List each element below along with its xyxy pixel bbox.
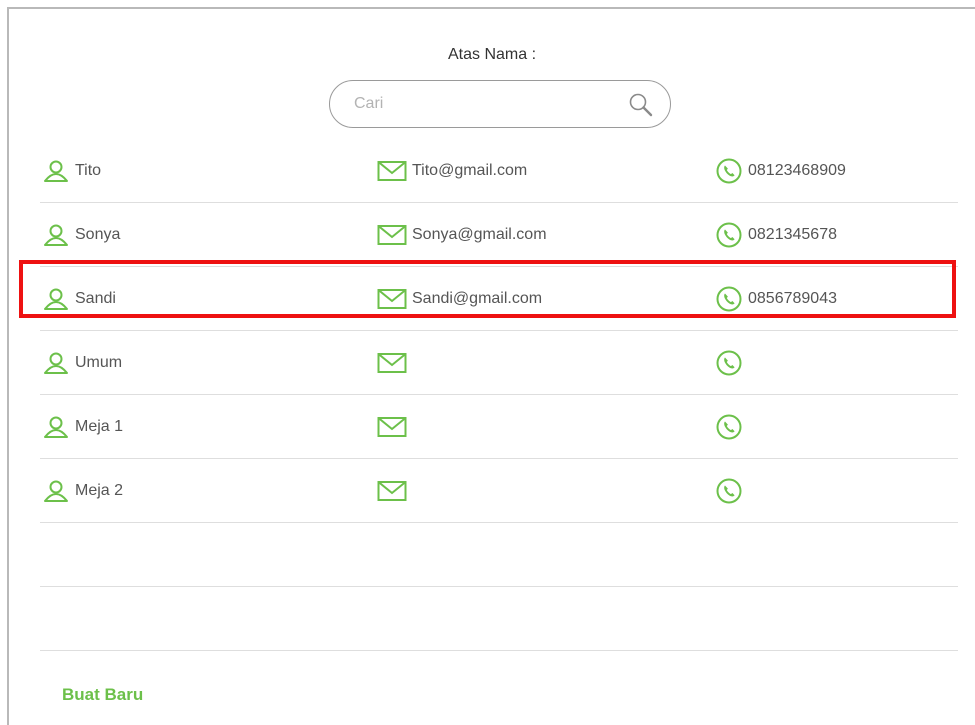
- contact-row[interactable]: Sandi Sandi@gmail.com 0856789043: [40, 267, 958, 331]
- email-cell[interactable]: Tito@gmail.com: [377, 139, 527, 203]
- name-cell: Tito: [43, 139, 101, 203]
- phone-cell[interactable]: 0821345678: [716, 203, 837, 267]
- contact-panel: Atas Nama : Tito Tito@gmail.com 08123468…: [7, 7, 975, 725]
- empty-row: [40, 587, 958, 651]
- contact-row[interactable]: Umum: [40, 331, 958, 395]
- contact-row[interactable]: Sonya Sonya@gmail.com 0821345678: [40, 203, 958, 267]
- contact-name: Tito: [75, 162, 102, 179]
- phone-icon[interactable]: [716, 350, 742, 376]
- email-cell[interactable]: [377, 395, 412, 459]
- contact-email: Sandi@gmail.com: [412, 290, 543, 307]
- contact-name: Sandi: [75, 290, 116, 307]
- name-cell: Meja 2: [43, 459, 123, 523]
- phone-cell[interactable]: [716, 395, 748, 459]
- phone-cell[interactable]: 08123468909: [716, 139, 846, 203]
- contact-name: Meja 1: [75, 418, 124, 435]
- contact-row[interactable]: Tito Tito@gmail.com 08123468909: [40, 139, 958, 203]
- mail-icon[interactable]: [377, 160, 407, 182]
- contact-phone: 0821345678: [748, 226, 837, 243]
- phone-icon[interactable]: [716, 158, 742, 184]
- name-cell: Umum: [43, 331, 122, 395]
- user-icon: [43, 224, 69, 246]
- search-input[interactable]: [354, 91, 614, 117]
- search-box[interactable]: [329, 80, 671, 128]
- contact-name: Sonya: [75, 226, 121, 243]
- name-cell: Sandi: [43, 267, 116, 331]
- user-icon: [43, 160, 69, 182]
- new-contact-button[interactable]: Buat Baru: [62, 685, 143, 705]
- mail-icon[interactable]: [377, 352, 407, 374]
- email-cell[interactable]: Sandi@gmail.com: [377, 267, 542, 331]
- contact-row[interactable]: Meja 2: [40, 459, 958, 523]
- mail-icon[interactable]: [377, 416, 407, 438]
- user-icon: [43, 480, 69, 502]
- user-icon: [43, 416, 69, 438]
- name-cell: Sonya: [43, 203, 120, 267]
- contact-row[interactable]: Meja 1: [40, 395, 958, 459]
- contact-phone: 0856789043: [748, 290, 837, 307]
- page-title: Atas Nama :: [447, 46, 537, 63]
- phone-icon[interactable]: [716, 478, 742, 504]
- phone-icon[interactable]: [716, 222, 742, 248]
- email-cell[interactable]: [377, 459, 412, 523]
- phone-icon[interactable]: [716, 414, 742, 440]
- email-cell[interactable]: [377, 331, 412, 395]
- email-cell[interactable]: Sonya@gmail.com: [377, 203, 547, 267]
- contact-email: Tito@gmail.com: [412, 162, 528, 179]
- empty-row: [40, 523, 958, 587]
- name-cell: Meja 1: [43, 395, 123, 459]
- phone-cell[interactable]: [716, 459, 748, 523]
- user-icon: [43, 288, 69, 310]
- contact-name: Umum: [75, 354, 123, 371]
- contact-phone: 08123468909: [748, 162, 846, 179]
- mail-icon[interactable]: [377, 224, 407, 246]
- mail-icon[interactable]: [377, 480, 407, 502]
- mail-icon[interactable]: [377, 288, 407, 310]
- contact-name: Meja 2: [75, 482, 124, 499]
- search-icon[interactable]: [628, 92, 654, 118]
- phone-cell[interactable]: 0856789043: [716, 267, 837, 331]
- phone-icon[interactable]: [716, 286, 742, 312]
- contact-email: Sonya@gmail.com: [412, 226, 547, 243]
- phone-cell[interactable]: [716, 331, 748, 395]
- user-icon: [43, 352, 69, 374]
